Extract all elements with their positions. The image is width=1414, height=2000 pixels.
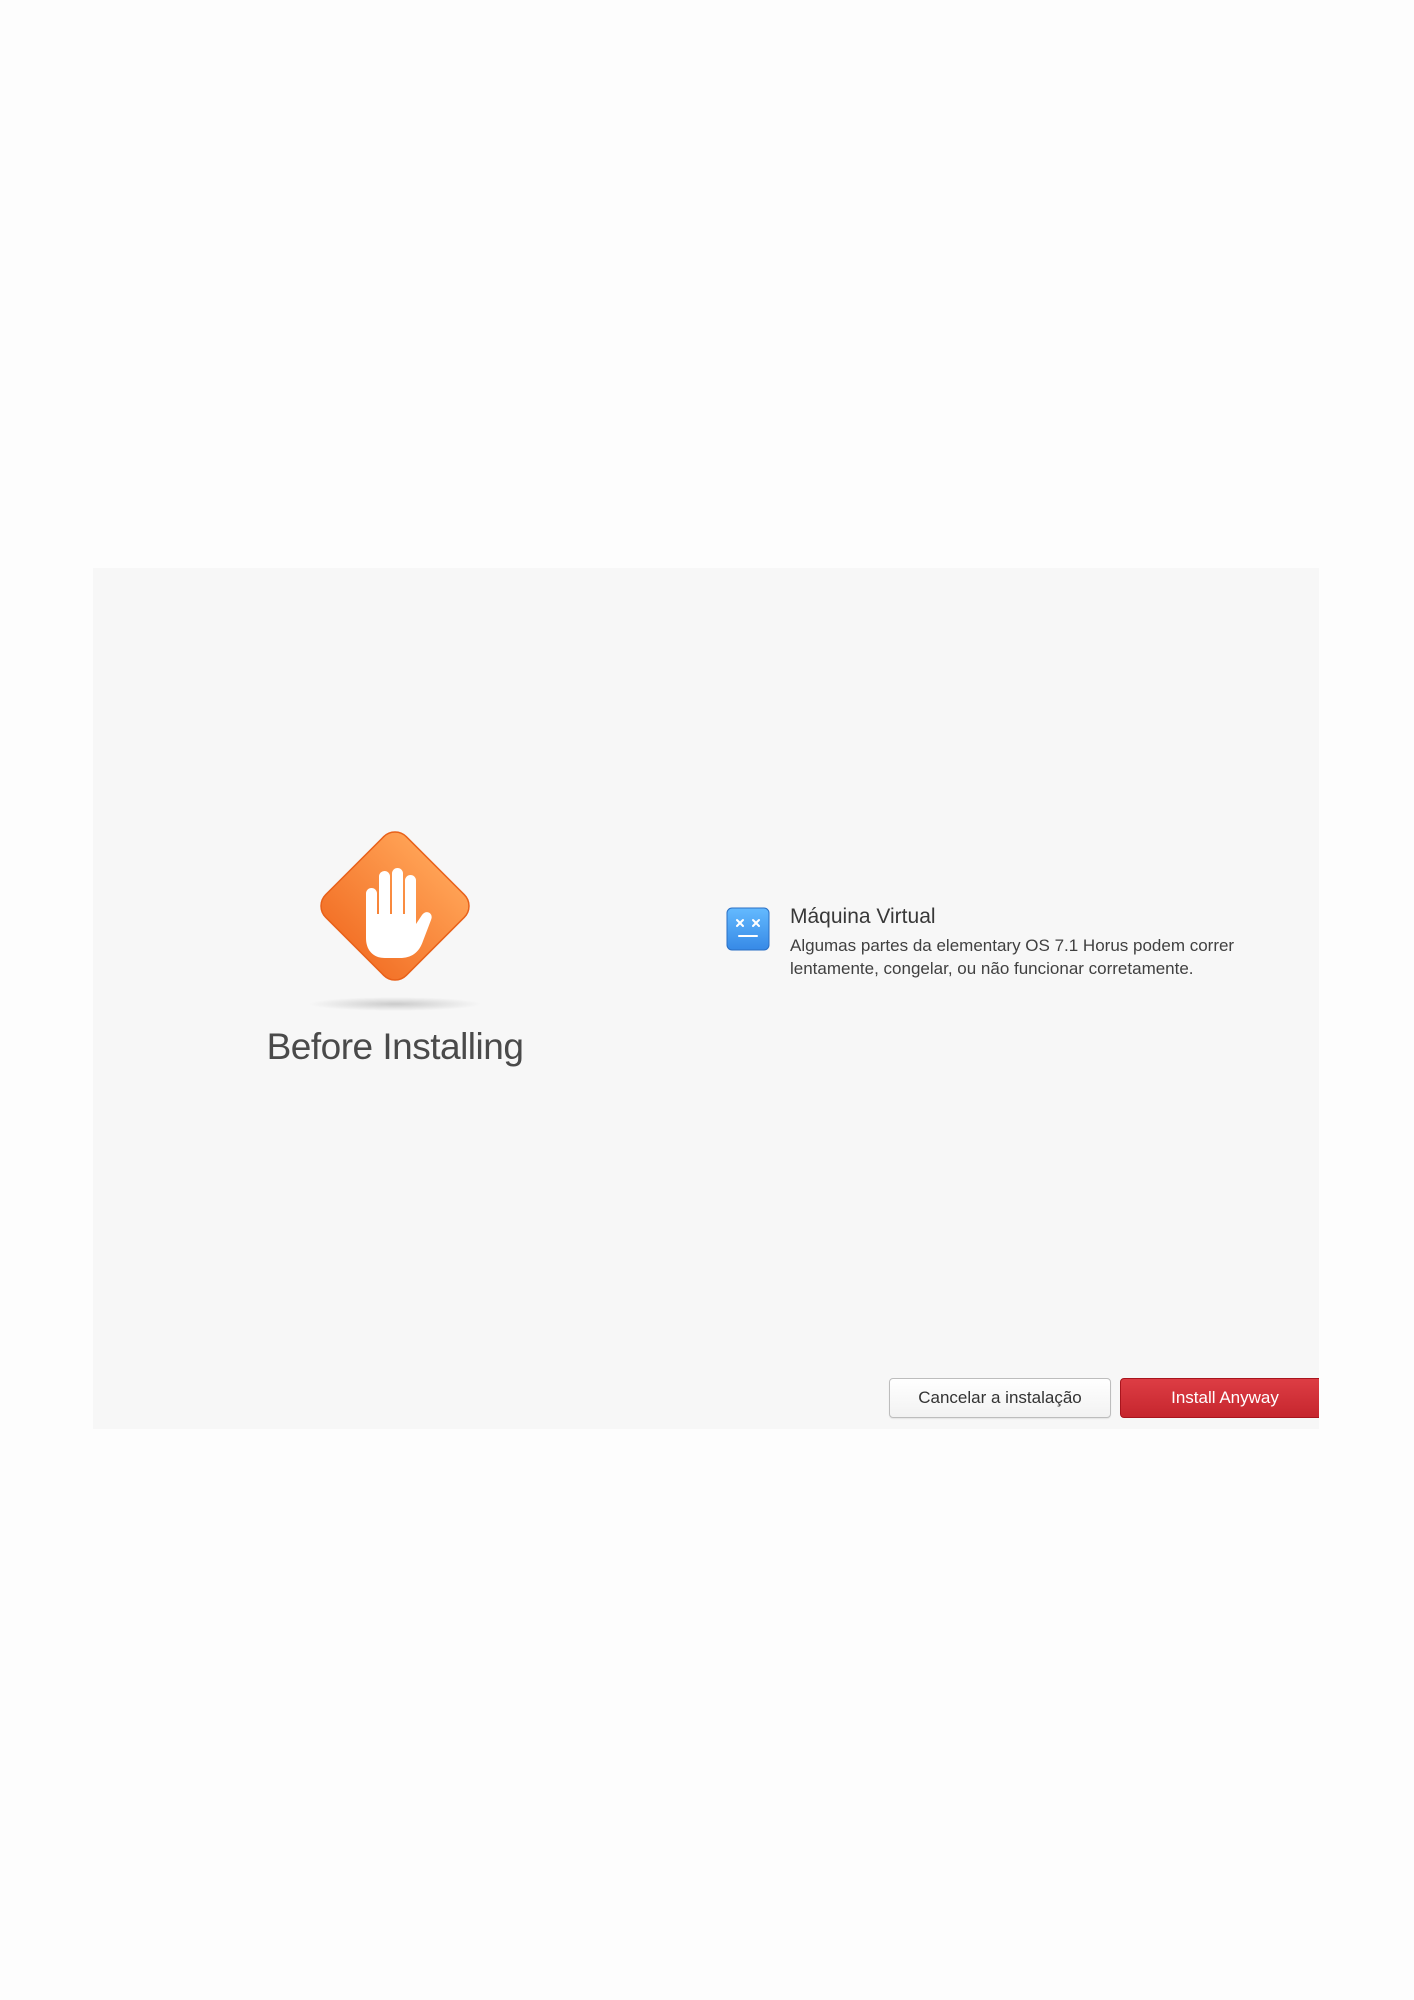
cancel-installation-button[interactable]: Cancelar a instalação (889, 1378, 1111, 1418)
install-anyway-button[interactable]: Install Anyway (1120, 1378, 1319, 1418)
page-title: Before Installing (266, 1026, 524, 1067)
stop-hand-icon (305, 826, 485, 1016)
issue-title: Máquina Virtual (790, 905, 936, 928)
installer-window: Before Installing Máquina Virtual Alguma… (93, 568, 1319, 1429)
issue-description: Algumas partes da elementary OS 7.1 Horu… (790, 936, 1235, 978)
virtual-machine-icon (726, 907, 770, 951)
